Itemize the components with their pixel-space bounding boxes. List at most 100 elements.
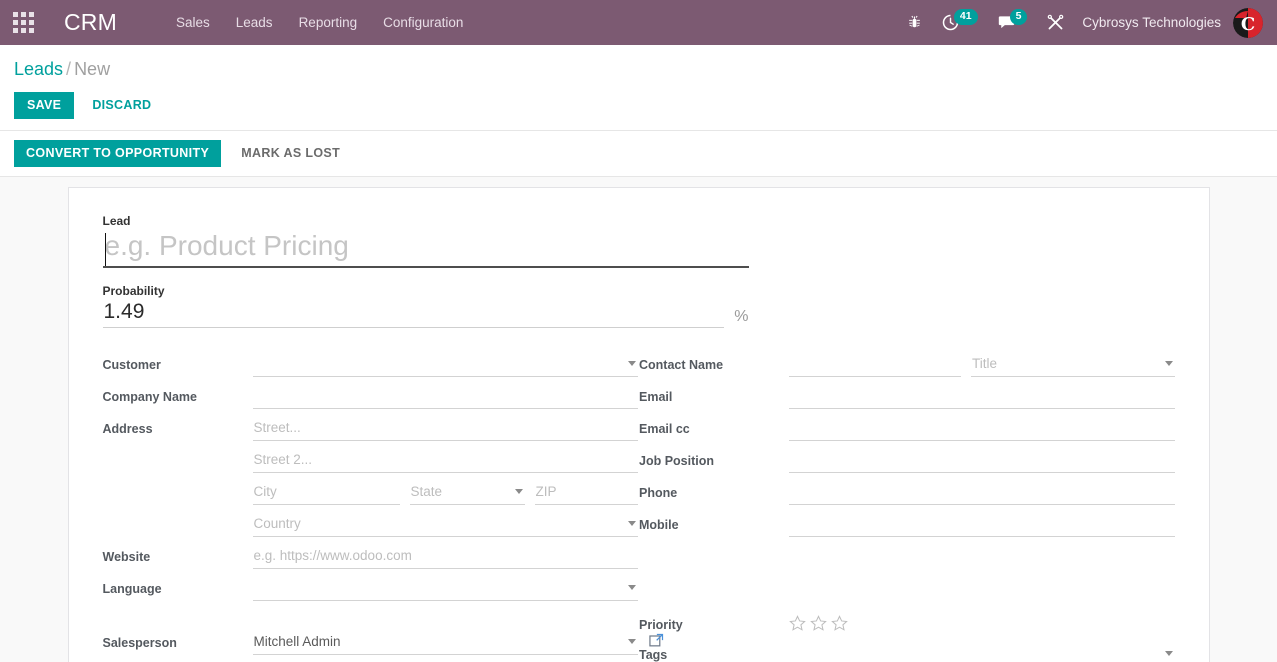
website-input[interactable] — [252, 546, 638, 569]
top-navbar: CRM Sales Leads Reporting Configuration — [0, 0, 1277, 45]
address-street2-input[interactable] — [252, 450, 638, 473]
svg-text:C: C — [1241, 14, 1255, 35]
email-cc-input[interactable] — [789, 418, 1175, 441]
contact-name-wrap — [789, 354, 961, 377]
tools-icon — [1048, 14, 1064, 30]
avatar[interactable]: C — [1233, 7, 1263, 38]
priority-star-3[interactable] — [831, 615, 848, 632]
address-city-wrap — [252, 482, 400, 505]
priority-field — [789, 614, 1175, 632]
customer-field — [252, 354, 638, 377]
salesperson-field — [252, 632, 664, 655]
address-street2-spacer — [103, 450, 253, 452]
contact-name-input[interactable] — [789, 354, 961, 377]
form-column-right: Contact Name Email — [639, 354, 1175, 662]
activity-menu-button[interactable]: 41 — [932, 0, 988, 45]
phone-field — [789, 482, 1175, 505]
apps-grid-icon — [12, 12, 34, 33]
field-row-mobile: Mobile — [639, 514, 1175, 537]
contact-name-field — [789, 354, 1175, 377]
field-row-address: Address — [103, 418, 638, 441]
menu-item-reporting[interactable]: Reporting — [286, 0, 371, 45]
breadcrumb-current: New — [74, 59, 111, 79]
convert-to-opportunity-button[interactable]: CONVERT TO OPPORTUNITY — [14, 140, 222, 167]
record-action-buttons: SAVE DISCARD — [14, 81, 1277, 130]
salesperson-label: Salesperson — [102, 636, 177, 650]
phone-label: Phone — [639, 486, 678, 500]
email-label: Email — [639, 390, 673, 404]
lead-name-input[interactable] — [102, 230, 749, 268]
priority-label: Priority — [639, 618, 683, 632]
field-row-address-country — [103, 514, 638, 537]
job-position-label: Job Position — [639, 454, 714, 468]
probability-input[interactable] — [102, 300, 725, 328]
address-zip-wrap — [534, 482, 638, 505]
salesperson-input[interactable] — [252, 632, 638, 655]
form-view-background: Lead Probability % Customer — [0, 177, 1277, 662]
address-citystatezip-field — [252, 482, 638, 505]
save-button[interactable]: SAVE — [14, 92, 75, 119]
address-country-input[interactable] — [252, 514, 638, 537]
contact-name-label: Contact Name — [639, 358, 724, 372]
menu-item-configuration[interactable]: Configuration — [370, 0, 476, 45]
website-label: Website — [102, 550, 151, 564]
tags-input[interactable] — [789, 644, 1175, 662]
phone-input[interactable] — [789, 482, 1175, 505]
activity-counter-badge: 41 — [953, 8, 978, 25]
company-name-field — [252, 386, 638, 409]
address-country-spacer — [103, 514, 253, 516]
field-row-website: Website — [102, 546, 638, 569]
field-row-salesperson: Salesperson — [102, 632, 664, 655]
debug-menu-button[interactable] — [897, 0, 932, 45]
apps-menu-toggle[interactable] — [0, 0, 46, 45]
language-input[interactable] — [252, 578, 638, 601]
address-citystatezip-spacer — [103, 482, 253, 484]
customer-input[interactable] — [252, 354, 638, 377]
lead-label: Lead — [102, 214, 131, 228]
lead-title-wrap — [102, 230, 1175, 268]
email-field — [789, 386, 1175, 409]
lead-status-bar: CONVERT TO OPPORTUNITY MARK AS LOST — [0, 131, 1277, 177]
email-input[interactable] — [789, 386, 1175, 409]
field-row-email-cc: Email cc — [639, 418, 1175, 441]
external-link-icon[interactable] — [649, 633, 664, 648]
lead-form-sheet: Lead Probability % Customer — [67, 187, 1210, 662]
menu-item-sales[interactable]: Sales — [163, 0, 223, 45]
breadcrumb-leads[interactable]: Leads — [14, 59, 63, 79]
language-field — [252, 578, 638, 601]
app-brand-crm[interactable]: CRM — [64, 9, 117, 36]
breadcrumb-separator: / — [66, 59, 72, 79]
messaging-counter-badge: 5 — [1009, 8, 1028, 25]
priority-star-2[interactable] — [810, 615, 827, 632]
field-row-phone: Phone — [639, 482, 1175, 505]
mobile-input[interactable] — [789, 514, 1175, 537]
address-state-wrap — [409, 482, 525, 505]
menu-item-leads[interactable]: Leads — [223, 0, 286, 45]
address-zip-input[interactable] — [534, 482, 638, 505]
field-row-job-position: Job Position — [639, 450, 1175, 473]
address-street-input[interactable] — [252, 418, 638, 441]
address-city-input[interactable] — [252, 482, 400, 505]
address-street2-field — [252, 450, 638, 473]
mobile-label: Mobile — [639, 518, 679, 532]
right-group-spacer — [639, 546, 1175, 614]
job-position-field — [789, 450, 1175, 473]
left-group-spacer — [103, 610, 639, 632]
probability-unit: % — [734, 308, 749, 325]
field-row-customer: Customer — [103, 354, 638, 377]
field-row-company-name: Company Name — [103, 386, 638, 409]
title-input[interactable] — [971, 354, 1175, 377]
priority-star-1[interactable] — [789, 615, 806, 632]
discard-button[interactable]: DISCARD — [80, 92, 163, 119]
mark-as-lost-button[interactable]: MARK AS LOST — [229, 140, 352, 167]
company-name-input[interactable] — [252, 386, 638, 409]
systray: 41 5 Cybrosys Technologies C — [897, 0, 1267, 45]
field-row-contact-name: Contact Name — [639, 354, 1175, 377]
email-cc-field — [789, 418, 1175, 441]
job-position-input[interactable] — [789, 450, 1175, 473]
tools-menu-button[interactable] — [1037, 0, 1074, 45]
address-state-input[interactable] — [409, 482, 525, 505]
messaging-menu-button[interactable]: 5 — [988, 0, 1038, 45]
user-avatar-image: C — [1233, 7, 1263, 38]
user-menu-button[interactable]: Cybrosys Technologies — [1074, 15, 1233, 30]
